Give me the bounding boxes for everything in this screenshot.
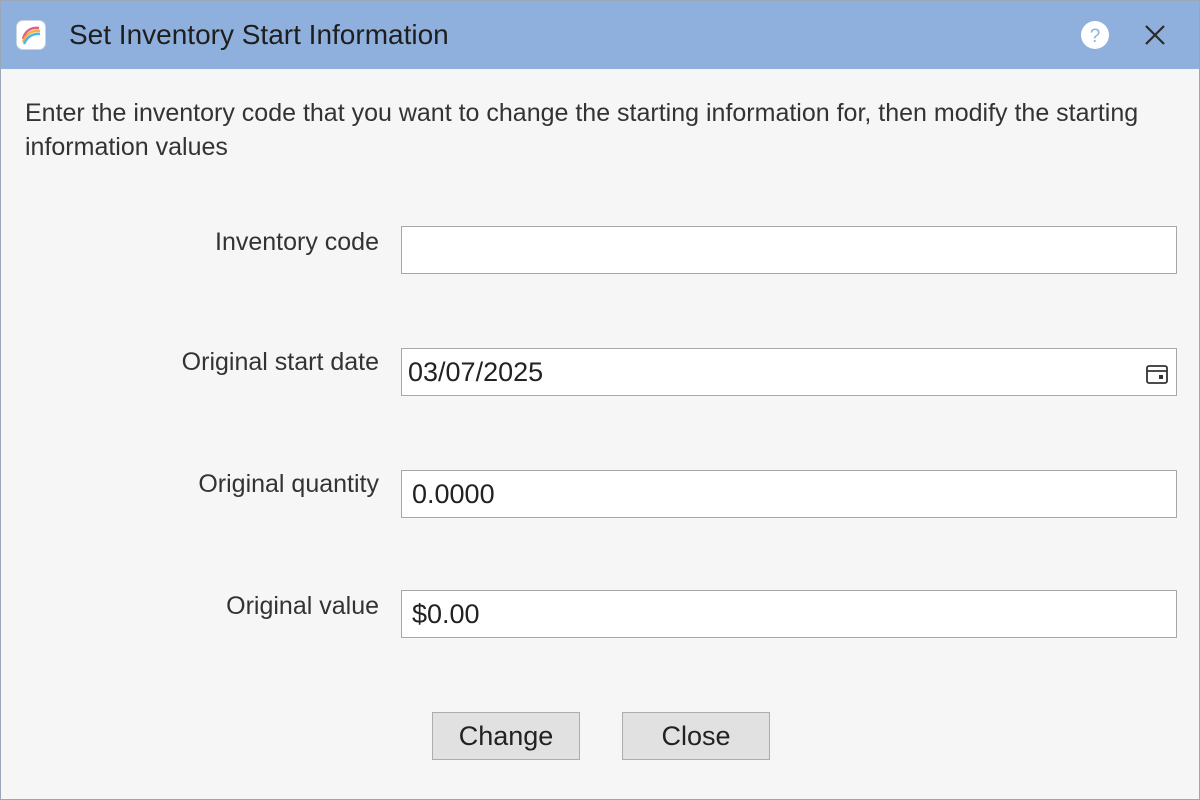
start-date-label: Original start date [181, 348, 379, 376]
help-icon[interactable]: ? [1079, 19, 1111, 51]
instructions-text: Enter the inventory code that you want t… [25, 99, 1139, 161]
start-date-value: 03/07/2025 [408, 357, 544, 387]
dialog-window: Set Inventory Start Information ? Enter … [0, 0, 1200, 800]
title-bar[interactable]: Set Inventory Start Information ? [1, 1, 1199, 69]
close-button[interactable]: Close [622, 712, 770, 760]
change-button[interactable]: Change [432, 712, 580, 760]
close-icon[interactable] [1141, 21, 1169, 49]
inventory-code-input[interactable] [401, 226, 1177, 274]
quantity-input[interactable] [401, 470, 1177, 518]
svg-text:?: ? [1090, 26, 1101, 47]
app-logo-icon [17, 21, 45, 49]
quantity-label: Original quantity [198, 470, 379, 498]
value-input[interactable] [401, 590, 1177, 638]
inventory-code-label: Inventory code [215, 228, 379, 256]
window-title: Set Inventory Start Information [69, 19, 449, 50]
value-label: Original value [226, 592, 379, 620]
calendar-icon[interactable] [1144, 361, 1170, 387]
start-date-picker[interactable]: 03/07/2025 [401, 348, 1177, 396]
